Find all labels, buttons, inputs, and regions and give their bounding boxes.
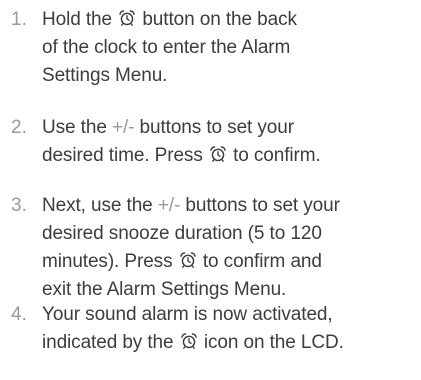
text-segment: Hold the <box>42 9 118 30</box>
step-text: Use the +/- buttons to set your desired … <box>42 114 417 170</box>
text-segment: icon on the LCD. <box>198 332 344 353</box>
step-2: 2. Use the +/- buttons to set your desir… <box>0 114 421 170</box>
text-segment: to confirm and <box>197 251 322 272</box>
step-number: 3. <box>11 195 27 216</box>
text-segment: Settings Menu. <box>42 65 168 86</box>
step-text: Your sound alarm is now activated, indic… <box>42 301 417 357</box>
text-segment: Your sound alarm is now activated, <box>42 304 333 325</box>
text-segment: button on the back <box>137 9 297 30</box>
plus-minus-label: +/- <box>157 195 181 216</box>
step-number: 2. <box>11 117 27 138</box>
plus-minus-label: +/- <box>111 117 135 138</box>
text-segment: buttons to set your <box>180 195 340 216</box>
alarm-clock-icon <box>118 9 136 27</box>
text-segment: of the clock to enter the Alarm <box>42 37 291 58</box>
alarm-clock-icon <box>179 251 197 269</box>
step-text: Next, use the +/- buttons to set your de… <box>42 192 417 304</box>
text-segment: Next, use the <box>42 195 158 216</box>
step-text: Hold the button on the back of the clock… <box>42 6 417 90</box>
text-segment: to confirm. <box>227 145 321 166</box>
step-1: 1. Hold the button on the back of the cl… <box>0 6 421 90</box>
step-number: 4. <box>11 304 27 325</box>
step-4: 4. Your sound alarm is now activated, in… <box>0 301 421 357</box>
step-3: 3. Next, use the +/- buttons to set your… <box>0 192 421 304</box>
alarm-clock-icon <box>180 332 198 350</box>
text-segment: exit the Alarm Settings Menu. <box>42 279 287 300</box>
text-segment: Use the <box>42 117 112 138</box>
text-segment: desired snooze duration (5 to 120 <box>42 223 322 244</box>
text-segment: buttons to set your <box>134 117 295 138</box>
text-segment: indicated by the <box>42 332 179 353</box>
alarm-clock-icon <box>209 145 227 163</box>
text-segment: desired time. Press <box>42 145 208 166</box>
step-number: 1. <box>11 9 27 30</box>
text-segment: minutes). Press <box>42 251 178 272</box>
